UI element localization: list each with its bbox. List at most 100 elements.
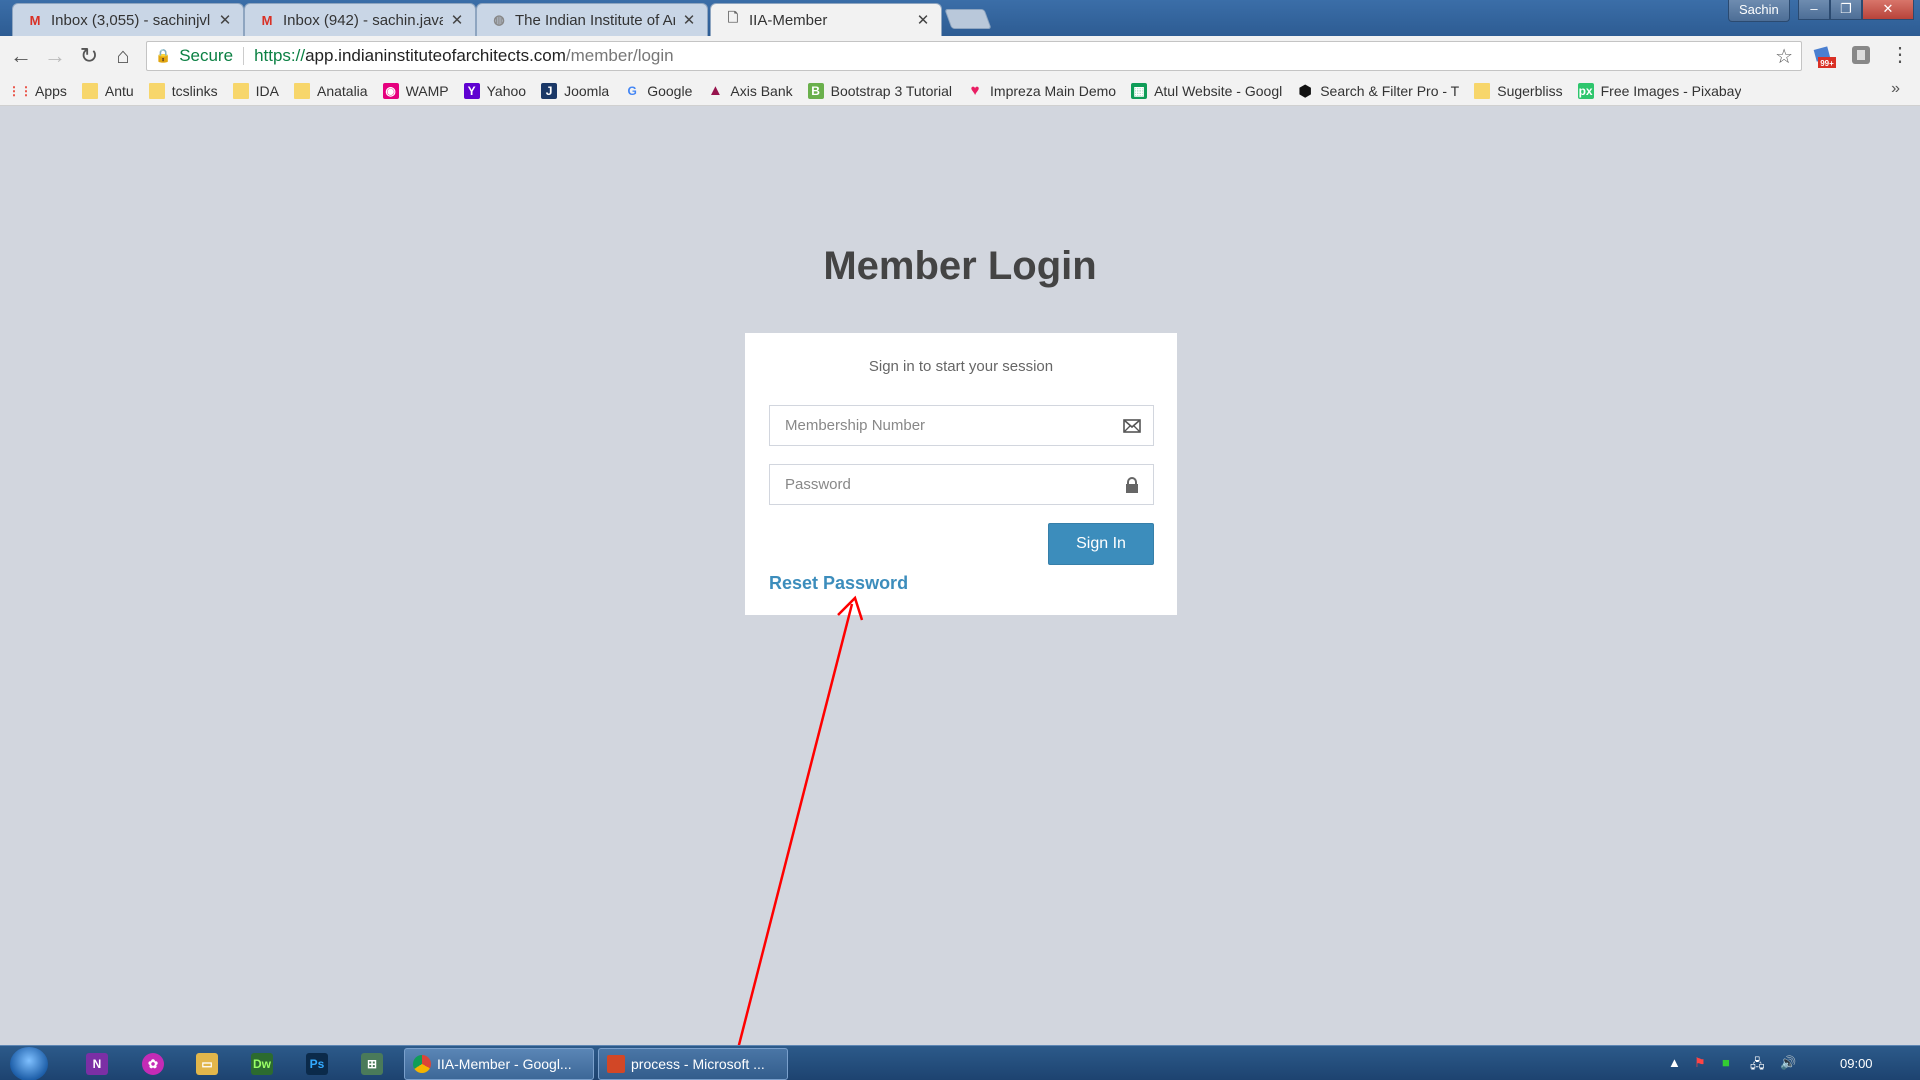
bookmark-item[interactable]: Sugerbliss	[1474, 82, 1563, 99]
axis-bank-icon: ▲	[707, 82, 723, 99]
bookmark-item[interactable]: ♥ Impreza Main Demo	[967, 82, 1117, 99]
powerpoint-icon	[607, 1055, 625, 1073]
app-icon[interactable]: ✿	[142, 1053, 164, 1075]
tab-iia-member[interactable]: 🗋 IIA-Member ✕	[710, 3, 942, 36]
browser-toolbar: ← → ↻ ⌂ 🔒 Secure https:// app.indianinst…	[0, 36, 1920, 76]
bookmark-item[interactable]: J Joomla	[541, 82, 610, 99]
bookmark-label: Bootstrap 3 Tutorial	[830, 82, 953, 99]
url-host: app.indianinstituteofarchitects.com	[305, 46, 566, 65]
taskbar-task-chrome[interactable]: IIA-Member - Googl...	[404, 1048, 594, 1080]
bookmark-item[interactable]: tcslinks	[148, 82, 218, 99]
bootstrap-icon: B	[807, 82, 824, 99]
password-field[interactable]	[769, 464, 1154, 505]
bookmark-item[interactable]: Anatalia	[293, 82, 368, 99]
home-icon[interactable]: ⌂	[106, 39, 140, 73]
folder-icon	[1474, 82, 1491, 99]
yahoo-icon: Y	[463, 82, 480, 99]
taskbar-task-powerpoint[interactable]: process - Microsoft ...	[598, 1048, 788, 1080]
bookmark-item[interactable]: B Bootstrap 3 Tutorial	[807, 82, 953, 99]
window-close-button[interactable]: ✕	[1862, 0, 1914, 20]
login-box: Sign in to start your session Sign In Re…	[745, 333, 1177, 615]
bookmark-label: tcslinks	[171, 82, 218, 99]
gmail-icon: M	[29, 12, 41, 28]
photoshop-icon[interactable]: Ps	[306, 1053, 328, 1075]
clock[interactable]: 09:00	[1840, 1056, 1873, 1071]
bookmark-label: Search & Filter Pro - T	[1320, 82, 1460, 99]
start-button[interactable]	[10, 1047, 48, 1080]
reset-password-link[interactable]: Reset Password	[769, 573, 908, 594]
folder-icon	[293, 82, 310, 99]
bookmark-label: Impreza Main Demo	[990, 82, 1117, 99]
profile-button[interactable]: Sachin	[1728, 0, 1790, 22]
bookmark-label: Sugerbliss	[1497, 82, 1563, 99]
tab-title: Inbox (942) - sachin.javal	[283, 11, 443, 29]
close-icon[interactable]: ✕	[449, 11, 465, 29]
bookmark-item[interactable]: ⋮⋮ Apps	[8, 82, 67, 99]
bookmark-label: Antu	[104, 82, 134, 99]
task-label: process - Microsoft ...	[631, 1056, 765, 1072]
explorer-icon[interactable]: ▭	[196, 1053, 218, 1075]
page-content: Member Login Sign in to start your sessi…	[0, 107, 1920, 1045]
restore-button[interactable]: ❐	[1830, 0, 1862, 20]
tab-indian-institute[interactable]: ◍ The Indian Institute of Ar ✕	[476, 3, 708, 36]
apps-grid-icon: ⋮⋮	[8, 83, 32, 98]
tab-title: The Indian Institute of Ar	[515, 11, 675, 29]
address-bar[interactable]: 🔒 Secure https:// app.indianinstituteofa…	[146, 41, 1802, 71]
bookmark-item[interactable]: G Google	[624, 83, 693, 99]
onenote-icon[interactable]: N	[86, 1053, 108, 1075]
bookmark-item[interactable]: ⬢ Search & Filter Pro - T	[1297, 82, 1460, 100]
bookmark-item[interactable]: ▦ Atul Website - Googl	[1131, 82, 1282, 99]
minimize-button[interactable]: –	[1798, 0, 1830, 20]
url-path: /member/login	[565, 46, 674, 65]
bookmark-label: Joomla	[564, 82, 610, 99]
divider	[243, 47, 245, 65]
page-title: Member Login	[823, 244, 1097, 288]
gmail-icon: M	[261, 12, 273, 28]
google-icon: G	[627, 83, 637, 98]
sheets-icon: ▦	[1131, 82, 1148, 99]
extension-puzzle-icon[interactable]	[1850, 44, 1874, 68]
bookmark-label: IDA	[255, 82, 279, 99]
globe-icon: ◍	[493, 12, 505, 27]
dreamweaver-icon[interactable]: Dw	[251, 1053, 273, 1075]
bookmark-label: Free Images - Pixabay	[1600, 82, 1742, 99]
show-hidden-icons-icon[interactable]: ▲	[1668, 1055, 1681, 1070]
close-icon[interactable]: ✕	[681, 11, 697, 29]
tab-gmail-inbox-2[interactable]: M Inbox (942) - sachin.javal ✕	[244, 3, 476, 36]
new-tab-button[interactable]	[944, 9, 992, 29]
tab-title: Inbox (3,055) - sachinjvl@	[51, 11, 211, 29]
action-center-flag-icon[interactable]: ⚑	[1694, 1055, 1706, 1071]
sign-in-button[interactable]: Sign In	[1048, 523, 1154, 565]
bookmark-star-icon[interactable]: ☆	[1775, 44, 1793, 69]
bookmark-item[interactable]: ▲ Axis Bank	[707, 82, 793, 99]
bookmark-item[interactable]: px Free Images - Pixabay	[1577, 82, 1742, 99]
membership-number-field[interactable]	[769, 405, 1154, 446]
bookmark-label: Apps	[35, 82, 67, 99]
forward-arrow-icon[interactable]: →	[38, 39, 72, 73]
network-tray-icon[interactable]: 🖧	[1750, 1055, 1765, 1077]
pixabay-icon: px	[1577, 82, 1594, 99]
volume-icon[interactable]: 🔊	[1780, 1055, 1796, 1071]
extension-icon[interactable]: 99+	[1812, 44, 1836, 68]
bookmark-item[interactable]: Antu	[81, 82, 134, 99]
tab-gmail-inbox-1[interactable]: M Inbox (3,055) - sachinjvl@ ✕	[12, 3, 244, 36]
chrome-menu-icon[interactable]: ⋮	[1890, 44, 1910, 66]
close-icon[interactable]: ✕	[915, 11, 931, 29]
bookmarks-bar: ⋮⋮ Apps Antu tcslinks IDA Anatalia ◉ WAMP Y Yahoo…	[0, 76, 1920, 106]
reload-icon[interactable]: ↻	[72, 39, 106, 73]
window-controls: – ❐ ✕	[1798, 0, 1914, 20]
security-shield-icon[interactable]: ■	[1722, 1055, 1730, 1070]
back-arrow-icon[interactable]: ←	[4, 39, 38, 73]
bookmark-item[interactable]: ◉ WAMP	[382, 82, 449, 99]
folder-icon	[232, 82, 249, 99]
membership-number-input[interactable]	[770, 406, 1153, 445]
bookmark-label: Axis Bank	[730, 82, 793, 99]
bookmark-item[interactable]: Y Yahoo	[463, 82, 526, 99]
more-bookmarks-chevron-icon[interactable]: »	[1891, 80, 1900, 98]
close-icon[interactable]: ✕	[217, 11, 233, 29]
password-input[interactable]	[770, 465, 1153, 504]
lock-icon: 🔒	[155, 48, 172, 63]
wamp-icon: ◉	[382, 82, 399, 99]
network-icon[interactable]: ⊞	[361, 1053, 383, 1075]
bookmark-item[interactable]: IDA	[232, 82, 279, 99]
